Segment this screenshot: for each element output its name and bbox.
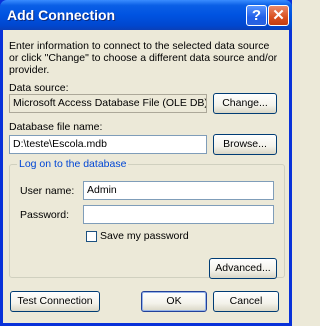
intro-text: Enter information to connect to the sele… bbox=[9, 40, 278, 76]
user-name-value: Admin bbox=[87, 184, 117, 196]
browse-button[interactable]: Browse... bbox=[213, 134, 277, 155]
close-icon: ✕ bbox=[272, 7, 285, 24]
help-icon: ? bbox=[251, 7, 262, 24]
title-bar[interactable]: Add Connection ? ✕ bbox=[0, 0, 292, 30]
password-label: Password: bbox=[20, 209, 70, 221]
add-connection-dialog: Add Connection ? ✕ Enter information to … bbox=[0, 0, 292, 326]
dialog-title: Add Connection bbox=[7, 7, 116, 23]
logon-group-legend: Log on to the database bbox=[17, 158, 129, 170]
data-source-label: Data source: bbox=[9, 82, 69, 94]
data-source-field: Microsoft Access Database File (OLE DB) bbox=[9, 94, 207, 113]
close-button[interactable]: ✕ bbox=[268, 5, 289, 26]
data-source-value: Microsoft Access Database File (OLE DB) bbox=[13, 97, 207, 109]
save-password-label[interactable]: Save my password bbox=[100, 230, 189, 242]
database-file-input[interactable]: D:\teste\Escola.mdb bbox=[9, 135, 207, 154]
dialog-body: Enter information to connect to the sele… bbox=[3, 30, 289, 323]
database-file-label: Database file name: bbox=[9, 121, 103, 133]
test-connection-button[interactable]: Test Connection bbox=[10, 291, 100, 312]
ok-button[interactable]: OK bbox=[141, 291, 207, 312]
user-name-input[interactable]: Admin bbox=[83, 181, 274, 200]
advanced-button[interactable]: Advanced... bbox=[209, 258, 277, 279]
password-input[interactable] bbox=[83, 205, 274, 224]
save-password-checkbox[interactable] bbox=[86, 231, 97, 242]
user-name-label: User name: bbox=[20, 185, 75, 197]
database-file-value: D:\teste\Escola.mdb bbox=[13, 138, 107, 150]
help-button[interactable]: ? bbox=[246, 5, 267, 26]
change-button[interactable]: Change... bbox=[213, 93, 277, 114]
cancel-button[interactable]: Cancel bbox=[213, 291, 279, 312]
